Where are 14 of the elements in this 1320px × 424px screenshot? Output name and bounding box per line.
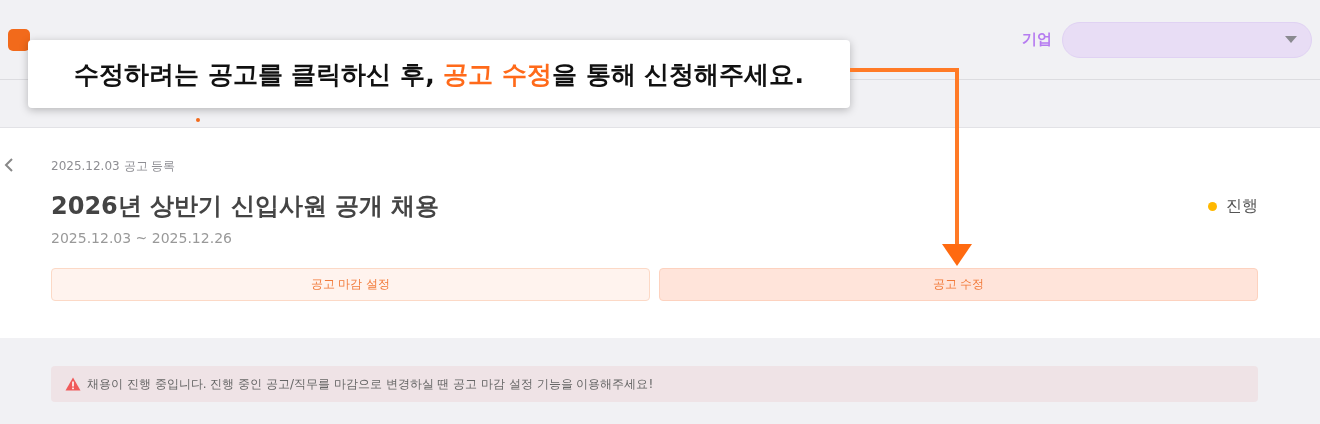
- edit-posting-button[interactable]: 공고 수정: [659, 268, 1258, 301]
- posting-period: 2025.12.03 ~ 2025.12.26: [51, 230, 233, 246]
- status-label: 진행: [1226, 195, 1258, 217]
- alert-message: 채용이 진행 중입니다. 진행 중인 공고/직무를 마감으로 변경하실 땐 공고 마감 설정 기능을 이용해주세요!: [87, 375, 654, 393]
- registration-date: 2025.12.03 공고 등록: [51, 158, 177, 175]
- logo-icon: [8, 28, 30, 51]
- indicator-dot: [196, 118, 200, 122]
- close-setting-button[interactable]: 공고 마감 설정: [51, 268, 650, 301]
- dropdown-caret-icon: [1285, 36, 1297, 43]
- company-label: 기업: [1022, 30, 1052, 49]
- guide-text: 수정하려는 공고를 클릭하신 후, 공고 수정을 통해 신청해주세요.: [74, 58, 804, 91]
- posting-title: 2026년 상반기 신입사원 공개 채용: [51, 191, 441, 222]
- warning-icon: [65, 377, 81, 391]
- back-icon[interactable]: [4, 158, 14, 172]
